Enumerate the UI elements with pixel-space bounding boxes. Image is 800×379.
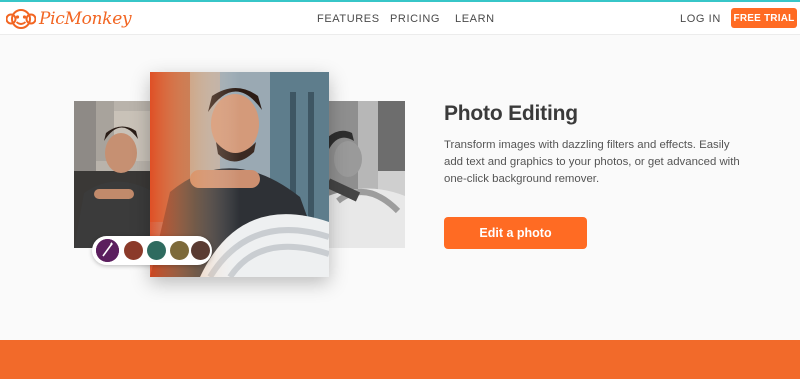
section-description: Transform images with dazzling filters a… xyxy=(444,139,740,185)
filter-swatch-selected[interactable] xyxy=(96,239,119,262)
filter-swatch[interactable] xyxy=(124,241,143,260)
picmonkey-logo[interactable]: PicMonkey xyxy=(6,7,132,31)
login-link[interactable]: LOG IN xyxy=(680,13,721,25)
nav-item-features[interactable]: FEATURES xyxy=(317,2,380,35)
logo-wordmark: PicMonkey xyxy=(39,9,132,29)
nav-item-pricing[interactable]: PRICING xyxy=(390,2,440,35)
nav-features-link[interactable]: FEATURES xyxy=(317,13,380,25)
free-trial-button[interactable]: FREE TRIAL xyxy=(731,8,797,28)
magic-wand-icon xyxy=(96,239,119,262)
filter-swatch[interactable] xyxy=(170,241,189,260)
nav-learn-link[interactable]: LEARN xyxy=(455,13,495,25)
filter-swatch[interactable] xyxy=(191,241,210,260)
footer-band xyxy=(0,340,800,379)
site-header: PicMonkey FEATURES PRICING LEARN LOG IN … xyxy=(0,2,800,35)
filter-swatch-bar xyxy=(92,236,212,265)
section-title: Photo Editing xyxy=(444,102,578,125)
filter-swatch[interactable] xyxy=(147,241,166,260)
edit-photo-button[interactable]: Edit a photo xyxy=(444,217,587,249)
nav-item-learn[interactable]: LEARN xyxy=(455,2,495,35)
photo-original xyxy=(74,101,152,248)
monkey-logo-icon xyxy=(6,9,36,29)
nav-item-login[interactable]: LOG IN xyxy=(680,2,721,35)
photo-black-and-white xyxy=(328,101,405,248)
nav-pricing-link[interactable]: PRICING xyxy=(390,13,440,25)
